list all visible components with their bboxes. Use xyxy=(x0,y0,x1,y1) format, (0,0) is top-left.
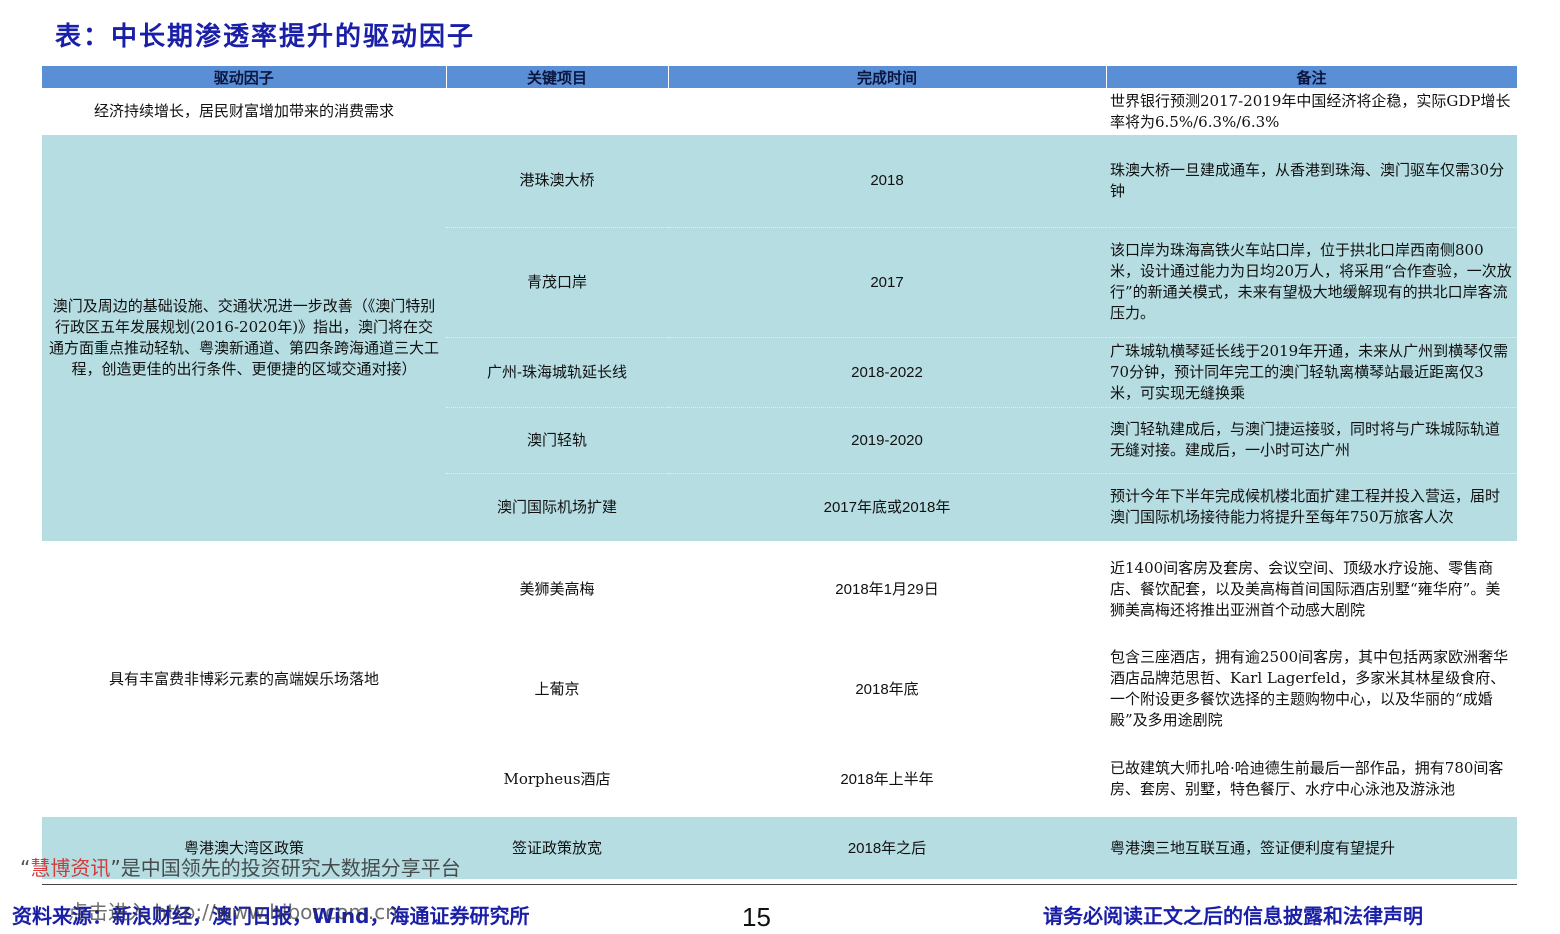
time-cell: 2017 xyxy=(668,226,1106,337)
table-row: 澳门及周边的基础设施、交通状况进一步改善（《澳门特别行政区五年发展规划(2016… xyxy=(42,135,1517,541)
time-cell: 2018年之后 xyxy=(668,817,1106,879)
header-driver: 驱动因子 xyxy=(42,66,447,88)
header-note: 备注 xyxy=(1106,66,1518,88)
factor-cell: 澳门及周边的基础设施、交通状况进一步改善（《澳门特别行政区五年发展规划(2016… xyxy=(42,135,446,541)
time-cell: 2018 xyxy=(668,135,1106,227)
project-cell: Morpheus酒店 xyxy=(446,741,668,817)
header-time: 完成时间 xyxy=(668,66,1107,88)
watermark-quote: “ xyxy=(20,856,31,880)
note-cell: 澳门轻轨建成后，与澳门捷运接驳，同时将与广珠城际轨道无缝对接。建成后，一小时可达… xyxy=(1106,406,1517,473)
project-cell: 青茂口岸 xyxy=(446,226,668,337)
legal-disclaimer-link[interactable]: 请务必阅读正文之后的信息披露和法律声明 xyxy=(1043,900,1423,929)
note-cell: 珠澳大桥一旦建成通车，从香港到珠海、澳门驱车仅需30分钟 xyxy=(1106,135,1517,227)
project-cell: 美狮美高梅 xyxy=(446,541,668,637)
factor-cell: 具有丰富费非博彩元素的高端娱乐场落地 xyxy=(42,541,446,817)
project-cell: 澳门轻轨 xyxy=(446,406,668,473)
time-cell: 2018年上半年 xyxy=(668,741,1106,817)
note-cell: 包含三座酒店，拥有逾2500间客房，其中包括两家欧洲奢华酒店品牌范思哲、Karl… xyxy=(1106,637,1517,741)
factor-cell: 经济持续增长，居民财富增加带来的消费需求 xyxy=(42,88,446,135)
page-title: 表：中长期渗透率提升的驱动因子 xyxy=(55,22,476,52)
driver-table: 驱动因子 关键项目 完成时间 备注 经济持续增长，居民财富增加带来的消费需求 世… xyxy=(42,66,1518,879)
table-header-row: 驱动因子 关键项目 完成时间 备注 xyxy=(42,66,1518,88)
table-row: 具有丰富费非博彩元素的高端娱乐场落地 美狮美高梅 2018年1月29日 近140… xyxy=(42,541,1517,817)
footer-divider xyxy=(42,884,1517,885)
time-cell: 2018年底 xyxy=(668,637,1106,741)
watermark-brand: 慧博资讯 xyxy=(30,856,111,880)
watermark-link[interactable]: 点击进入 http://www.hibor.com.cn xyxy=(68,896,398,925)
watermark-line: “慧博资讯”是中国领先的投资研究大数据分享平台 xyxy=(20,852,461,881)
project-cell: 上葡京 xyxy=(446,637,668,741)
time-cell: 2018-2022 xyxy=(668,336,1106,407)
watermark-text: ”是中国领先的投资研究大数据分享平台 xyxy=(110,856,461,880)
note-cell: 该口岸为珠海高铁火车站口岸，位于拱北口岸西南侧800米，设计通过能力为日均20万… xyxy=(1106,226,1517,337)
project-cell: 广州-珠海城轨延长线 xyxy=(446,336,668,407)
table-row: 经济持续增长，居民财富增加带来的消费需求 世界银行预测2017-2019年中国经… xyxy=(42,88,1517,135)
time-cell: 2019-2020 xyxy=(668,406,1106,473)
note-cell: 世界银行预测2017-2019年中国经济将企稳，实际GDP增长率将为6.5%/6… xyxy=(1106,88,1517,135)
note-cell: 粤港澳三地互联互通，签证便利度有望提升 xyxy=(1106,817,1517,879)
project-cell: 签证政策放宽 xyxy=(446,817,668,879)
page-number: 15 xyxy=(742,902,771,932)
project-cell: 港珠澳大桥 xyxy=(446,135,668,227)
note-cell: 广珠城轨横琴延长线于2019年开通，未来从广州到横琴仅需70分钟，预计同年完工的… xyxy=(1106,336,1517,407)
time-cell xyxy=(668,88,1106,135)
header-project: 关键项目 xyxy=(446,66,669,88)
note-cell: 预计今年下半年完成候机楼北面扩建工程并投入营运，届时澳门国际机场接待能力将提升至… xyxy=(1106,472,1517,541)
project-cell: 澳门国际机场扩建 xyxy=(446,472,668,541)
project-cell xyxy=(446,88,668,135)
note-cell: 已故建筑大师扎哈·哈迪德生前最后一部作品，拥有780间客房、套房、别墅，特色餐厅… xyxy=(1106,741,1517,817)
note-cell: 近1400间客房及套房、会议空间、顶级水疗设施、零售商店、餐饮配套，以及美高梅首… xyxy=(1106,541,1517,637)
time-cell: 2018年1月29日 xyxy=(668,541,1106,637)
time-cell: 2017年底或2018年 xyxy=(668,472,1106,541)
